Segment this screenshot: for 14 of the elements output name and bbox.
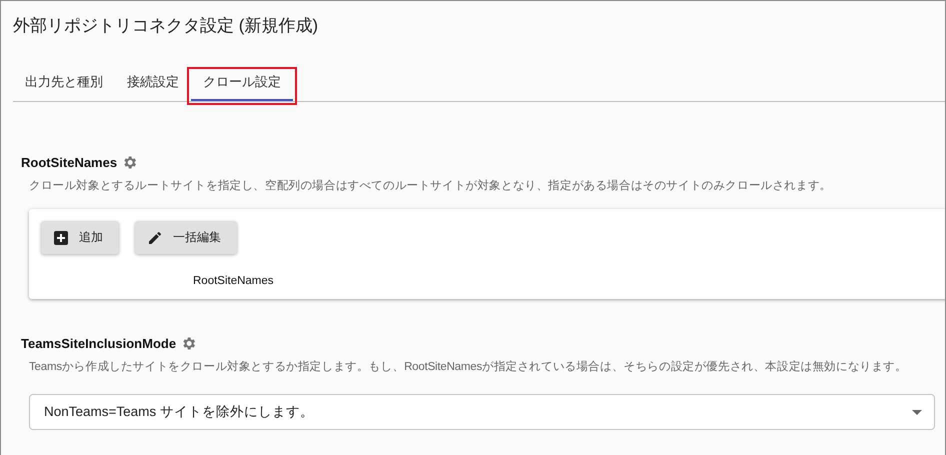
tab[interactable]: 接続設定 xyxy=(115,71,191,101)
setting-description: Teamsから作成したサイトをクロール対象とするか指定します。もし、RootSiteNamesが指定されている場合は、そちらの設定が優先され、本設定は無効になります。 xyxy=(29,359,908,374)
edit-button[interactable]: 一括編集 xyxy=(135,221,237,254)
plus-square-icon xyxy=(53,230,69,246)
pencil-icon xyxy=(147,230,163,246)
add-button[interactable]: 追加 xyxy=(41,221,119,254)
setting-description: クロール対象とするルートサイトを指定し、空配列の場合はすべてのルートサイトが対象となり、指定がある場合はそのサイトのみクロールされます。 xyxy=(29,178,832,193)
tab[interactable]: 出力先と種別 xyxy=(13,71,115,101)
setting-heading: TeamsSiteInclusionMode xyxy=(21,336,176,351)
mode-select[interactable]: NonTeams=Teams サイトを除外にします。 xyxy=(29,394,935,430)
dropdown-caret-icon xyxy=(912,410,922,414)
setting-heading: RootSiteNames xyxy=(21,155,118,170)
page-title: 外部リポジトリコネクタ設定 (新規作成) xyxy=(12,15,320,37)
column-header: RootSiteNames xyxy=(193,275,274,287)
